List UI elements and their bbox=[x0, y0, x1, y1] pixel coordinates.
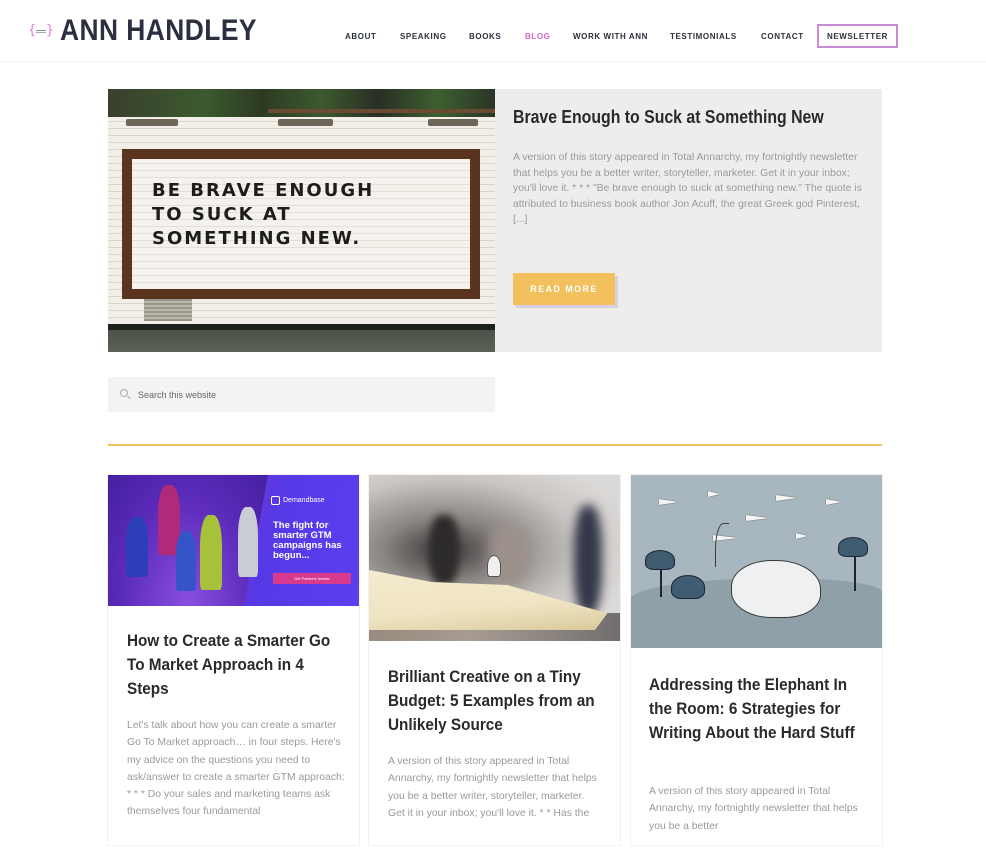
nav-item-work-with-ann[interactable]: WORK WITH ANN bbox=[573, 32, 648, 41]
post-card-image[interactable]: Demandbase The fight for smarter GTM cam… bbox=[108, 475, 359, 606]
brand-name: Demandbase bbox=[283, 497, 325, 504]
search-input[interactable] bbox=[138, 389, 478, 400]
site-header: {} ANN HANDLEY ABOUT SPEAKING BOOKS BLOG… bbox=[0, 0, 986, 62]
post-card-excerpt: A version of this story appeared in Tota… bbox=[649, 786, 858, 832]
foliage-decoration bbox=[108, 89, 495, 119]
sign-line: SOMETHING NEW. bbox=[152, 228, 362, 249]
post-card: Addressing the Elephant In the Room: 6 S… bbox=[631, 475, 882, 845]
site-logo[interactable]: {} ANN HANDLEY bbox=[28, 14, 284, 48]
hero-figure bbox=[176, 531, 196, 591]
search-icon bbox=[120, 388, 132, 401]
paper-plane bbox=[746, 515, 770, 521]
tree-trunk bbox=[660, 567, 662, 597]
tree-trunk bbox=[854, 555, 856, 591]
post-card-title[interactable]: Brilliant Creative on a Tiny Budget: 5 E… bbox=[388, 665, 609, 737]
lamp-decoration bbox=[278, 119, 333, 126]
image-blur bbox=[429, 515, 459, 585]
image-cta: Get Partners Insider bbox=[273, 573, 351, 584]
paper-girl bbox=[487, 555, 501, 577]
sign-text: BE BRAVE ENOUGH TO SUCK AT SOMETHING NEW… bbox=[152, 179, 374, 251]
nav-item-testimonials[interactable]: TESTIMONIALS bbox=[670, 32, 737, 41]
sign-line: BE BRAVE ENOUGH bbox=[152, 180, 375, 201]
featured-post-body: Brave Enough to Suck at Something New A … bbox=[513, 107, 863, 228]
post-card-excerpt: A version of this story appeared in Tota… bbox=[388, 756, 597, 819]
ground-decoration bbox=[108, 324, 495, 352]
featured-post-title[interactable]: Brave Enough to Suck at Something New bbox=[513, 107, 824, 128]
elephant-trunk bbox=[715, 523, 729, 567]
nav-item-about[interactable]: ABOUT bbox=[345, 32, 376, 41]
lamp-decoration bbox=[126, 119, 178, 126]
newsletter-button[interactable]: NEWSLETTER bbox=[817, 24, 898, 48]
paper-plane bbox=[796, 533, 808, 539]
hero-figure bbox=[200, 515, 222, 590]
bracketed-glasses-icon: {} bbox=[28, 23, 54, 38]
post-card-title[interactable]: How to Create a Smarter Go To Market App… bbox=[127, 629, 348, 701]
logo-text: ANN HANDLEY bbox=[60, 14, 257, 47]
nav-item-speaking[interactable]: SPEAKING bbox=[400, 32, 447, 41]
post-card-image[interactable] bbox=[631, 475, 882, 648]
search-box bbox=[108, 377, 495, 412]
elephant bbox=[731, 560, 821, 618]
post-card-image[interactable] bbox=[369, 475, 620, 641]
featured-post: BE BRAVE ENOUGH TO SUCK AT SOMETHING NEW… bbox=[108, 89, 882, 352]
vent-decoration bbox=[144, 299, 192, 321]
hero-figure bbox=[126, 517, 148, 577]
paper-plane bbox=[708, 491, 720, 497]
bush bbox=[671, 575, 705, 599]
tree bbox=[645, 550, 675, 570]
sign-line: TO SUCK AT bbox=[152, 204, 292, 225]
featured-post-excerpt: A version of this story appeared in Tota… bbox=[513, 152, 862, 226]
post-card: Brilliant Creative on a Tiny Budget: 5 E… bbox=[369, 475, 620, 845]
paper-plane bbox=[826, 499, 842, 505]
nav-item-blog[interactable]: BLOG bbox=[525, 32, 551, 41]
post-card-title[interactable]: Addressing the Elephant In the Room: 6 S… bbox=[649, 673, 870, 745]
image-tagline: The fight for smarter GTM campaigns has … bbox=[273, 520, 342, 561]
rail-decoration bbox=[268, 109, 495, 113]
tree bbox=[838, 537, 868, 557]
nav-item-books[interactable]: BOOKS bbox=[469, 32, 501, 41]
read-more-button[interactable]: READ MORE bbox=[513, 273, 615, 305]
lamp-decoration bbox=[428, 119, 478, 126]
post-card-excerpt: Let's talk about how you can create a sm… bbox=[127, 720, 345, 818]
paper-plane bbox=[659, 499, 679, 505]
image-brand: Demandbase bbox=[271, 496, 325, 505]
image-blur bbox=[574, 505, 602, 615]
hero-figure bbox=[238, 507, 258, 577]
paper-plane bbox=[776, 495, 798, 501]
post-card: Demandbase The fight for smarter GTM cam… bbox=[108, 475, 359, 845]
featured-post-image[interactable]: BE BRAVE ENOUGH TO SUCK AT SOMETHING NEW… bbox=[108, 89, 495, 352]
nav-item-contact[interactable]: CONTACT bbox=[761, 32, 804, 41]
section-divider bbox=[108, 444, 882, 446]
brand-logo-icon bbox=[271, 496, 280, 505]
